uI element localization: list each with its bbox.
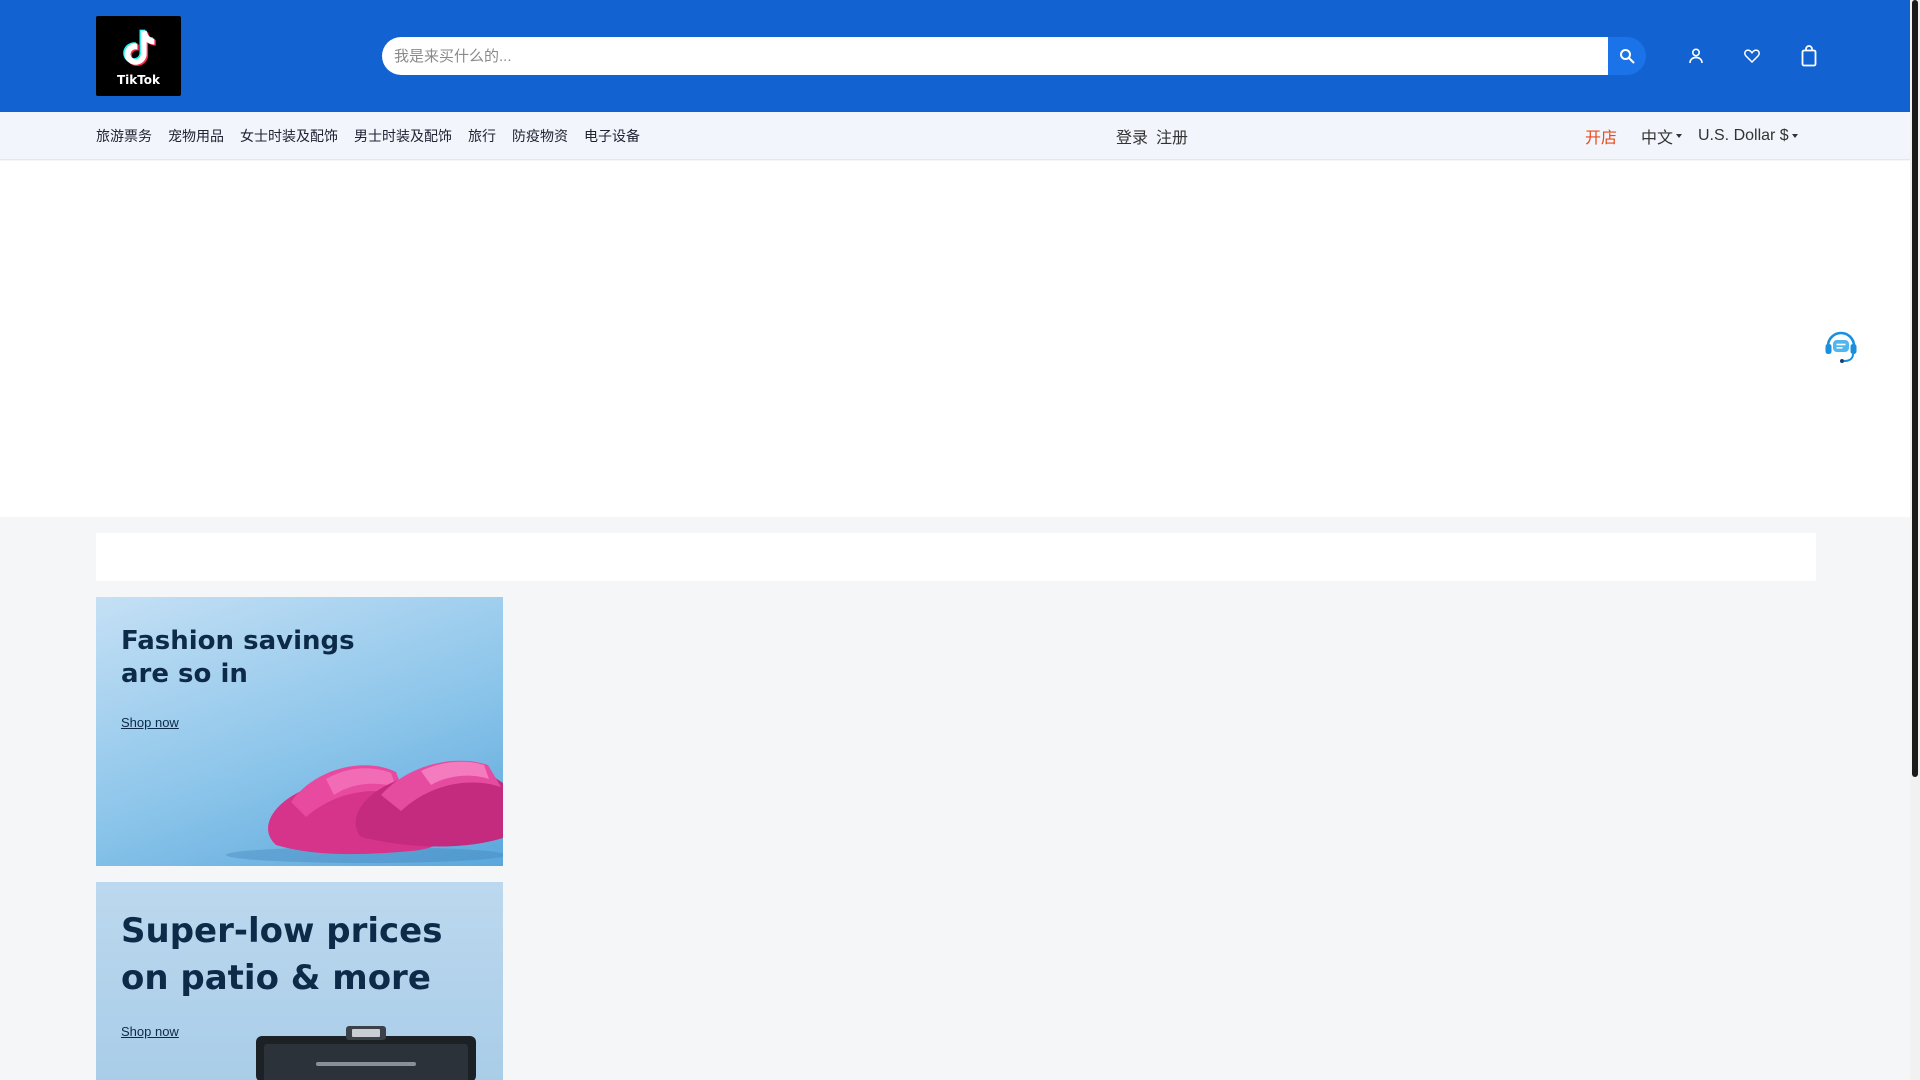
auth-links: 登录 注册 (1116, 112, 1188, 160)
language-selector[interactable]: 中文 (1641, 112, 1683, 160)
shop-now-link[interactable]: Shop now (121, 715, 179, 730)
open-store-link[interactable]: 开店 (1585, 112, 1617, 160)
nav-category-epidemic-supplies[interactable]: 防疫物资 (512, 126, 568, 146)
nav-category-mens-fashion[interactable]: 男士时装及配饰 (354, 126, 452, 146)
search-button[interactable] (1608, 37, 1646, 75)
cart-button[interactable] (1800, 40, 1818, 72)
language-value: 中文 (1641, 130, 1674, 147)
login-link[interactable]: 登录 (1116, 124, 1148, 148)
caret-down-icon (1791, 134, 1798, 138)
register-link[interactable]: 注册 (1156, 124, 1188, 148)
search-icon (1620, 49, 1635, 64)
caret-down-icon (1676, 134, 1683, 138)
scrollbar-thumb[interactable] (1912, 0, 1918, 777)
grill-image (256, 1026, 476, 1080)
account-button[interactable] (1688, 40, 1704, 72)
nav-category-travel[interactable]: 旅行 (468, 126, 496, 146)
banner-title: Super-low prices on patio & more (121, 911, 443, 998)
category-links: 旅游票务 宠物用品 女士时装及配饰 男士时装及配饰 旅行 防疫物资 电子设备 (96, 112, 640, 160)
top-header: TikTok (0, 0, 1910, 112)
wishlist-button[interactable] (1744, 40, 1760, 72)
currency-value: U.S. Dollar $ (1698, 127, 1789, 144)
category-nav: 旅游票务 宠物用品 女士时装及配饰 男士时装及配饰 旅行 防疫物资 电子设备 登… (0, 112, 1910, 160)
nav-category-electronics[interactable]: 电子设备 (584, 126, 640, 146)
currency-selector[interactable]: U.S. Dollar $ (1698, 112, 1798, 160)
nav-category-travel-tickets[interactable]: 旅游票务 (96, 126, 152, 146)
banner-title: Fashion savings are so in (121, 626, 355, 689)
hero-slider-area (0, 161, 1910, 517)
nav-category-pet-supplies[interactable]: 宠物用品 (168, 126, 224, 146)
shopping-bag-icon (1801, 45, 1817, 67)
tiktok-logo[interactable]: TikTok (96, 16, 181, 96)
heart-icon (1744, 49, 1760, 63)
promo-banner-patio[interactable]: Super-low prices on patio & more Shop no… (96, 882, 503, 1080)
search-bar (382, 37, 1646, 75)
search-input[interactable] (382, 37, 1608, 75)
pink-sandals-image (226, 760, 503, 863)
content-strip (96, 533, 1816, 581)
promo-banner-fashion[interactable]: Fashion savings are so in Shop now (96, 597, 503, 866)
headset-chat-icon (1825, 331, 1857, 363)
tiktok-note-icon (122, 29, 156, 66)
logo-wordmark: TikTok (116, 73, 161, 87)
nav-category-womens-fashion[interactable]: 女士时装及配饰 (240, 126, 338, 146)
shop-now-link[interactable]: Shop now (121, 1024, 179, 1039)
user-icon (1689, 48, 1703, 64)
customer-support-button[interactable] (1822, 326, 1860, 364)
